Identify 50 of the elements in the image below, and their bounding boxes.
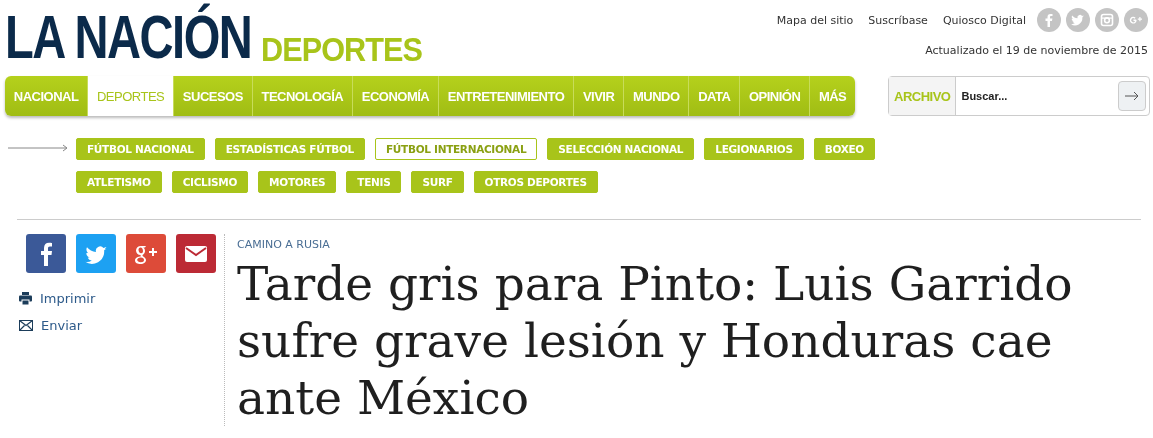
nav-tab[interactable]: MÁS [810,76,855,116]
email-share-button[interactable] [176,234,216,273]
twitter-share-button[interactable] [76,234,116,273]
camera-icon[interactable] [1095,8,1119,32]
category-tag[interactable]: CICLISMO [171,171,249,193]
header-link[interactable]: Suscríbase [868,13,928,27]
search-button[interactable] [1118,81,1146,111]
google-plus-icon [133,243,159,264]
category-tag[interactable]: MOTORES [258,171,337,193]
printer-icon [19,292,32,305]
nav-tab[interactable]: SUCESOS [174,76,253,116]
print-link[interactable]: Imprimir [19,291,233,306]
nav-tab[interactable]: ECONOMÍA [352,76,440,116]
nav-tab[interactable]: DEPORTES [88,76,175,116]
article-kicker[interactable]: CAMINO A RUSIA [237,234,1112,251]
nav-tab[interactable]: DATA [689,76,741,116]
category-tag[interactable]: LEGIONARIOS [704,138,804,160]
header-link[interactable]: Quiosco Digital [942,13,1026,27]
facebook-share-button[interactable] [26,234,66,273]
arrow-icon [8,144,68,152]
category-tag[interactable]: TENIS [346,171,402,193]
category-tag[interactable]: BOXEO [813,138,875,160]
facebook-icon[interactable] [1037,8,1061,32]
nav-tab[interactable]: VIVIR [574,76,625,116]
nav-tab[interactable]: MUNDO [624,76,690,116]
site-logo[interactable]: LA NACIÓN [5,4,252,70]
category-tag[interactable]: OTROS DEPORTES [473,171,598,193]
category-tag[interactable]: ESTADÍSTICAS FÚTBOL [214,138,365,160]
category-tag[interactable]: SURF [411,171,464,193]
section-title: DEPORTES [261,34,423,64]
header-link[interactable]: Mapa del sitio [776,13,854,27]
archive-label: ARCHIVO [889,77,957,115]
email-link[interactable]: Enviar [19,318,233,333]
article-headline: Tarde gris para Pinto: Luis Garrido sufre grave lesión y Honduras cae ante México [237,255,1074,426]
facebook-icon [39,241,53,266]
category-tag[interactable]: FÚTBOL NACIONAL [76,138,205,160]
twitter-icon[interactable] [1066,8,1090,32]
google-plus-share-button[interactable] [126,234,166,273]
nav-tab[interactable]: ENTRETENIMIENTO [439,76,575,116]
category-tag[interactable]: ATLETISMO [76,171,162,193]
envelope-icon [185,245,207,262]
arrow-icon [1125,91,1139,101]
nav-tab[interactable]: TECNOLOGÍA [252,76,353,116]
category-tag[interactable]: SELECCIÓN NACIONAL [547,138,695,160]
nav-tab[interactable]: OPINIÓN [740,76,811,116]
envelope-icon [19,320,33,331]
twitter-icon [84,243,108,264]
update-date: Actualizado el 19 de noviembre de 2015 [925,44,1148,57]
google-plus-icon[interactable] [1124,8,1148,32]
category-tag[interactable]: FÚTBOL INTERNACIONAL [375,138,538,160]
